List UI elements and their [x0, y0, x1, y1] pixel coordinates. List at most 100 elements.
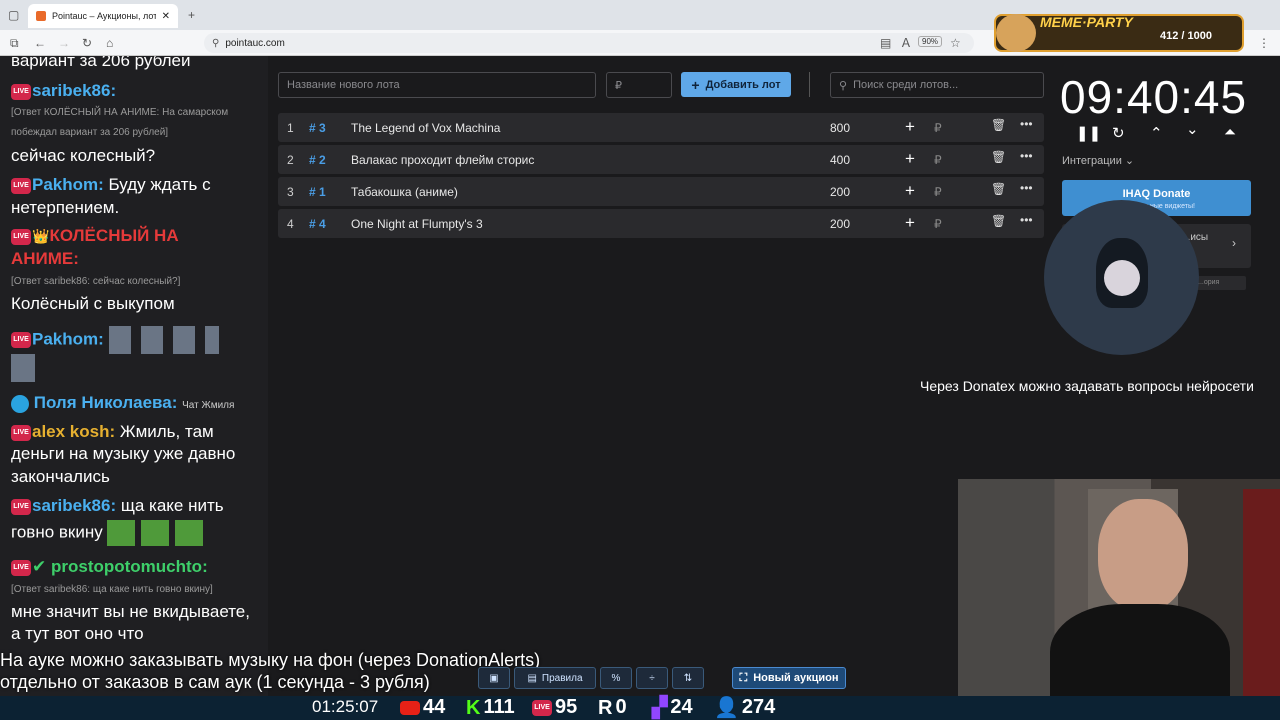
lot-number: # 1: [309, 185, 326, 199]
stream-uptime: 01:25:07: [312, 697, 379, 716]
more-icon[interactable]: •••: [1020, 213, 1033, 227]
delete-icon[interactable]: 🗑: [991, 150, 1006, 164]
restart-icon[interactable]: ↻: [1112, 124, 1125, 142]
lot-amount: 400: [830, 153, 851, 167]
home-icon[interactable]: ⌂: [106, 36, 113, 50]
chat-message: LIVE saribek86: ща каке нить: [11, 495, 224, 517]
integrations-dropdown[interactable]: Интеграции ⌄: [1062, 154, 1134, 167]
ruble-icon[interactable]: ₽: [934, 121, 942, 135]
lot-name[interactable]: The Legend of Vox Machina: [351, 121, 500, 135]
lot-name[interactable]: One Night at Flumpty's 3: [351, 217, 483, 231]
chat-reply: [Ответ КОЛЁСНЫЙ НА АНИМЕ: На самарском: [11, 107, 229, 118]
lot-amount-input[interactable]: ₽: [606, 72, 672, 98]
lot-number: # 3: [309, 121, 326, 135]
collections-icon[interactable]: ⧉: [10, 36, 19, 50]
delete-icon[interactable]: 🗑: [991, 182, 1006, 196]
new-auction-button[interactable]: ⛶ Новый аукцион: [732, 667, 846, 689]
twitch-icon: ▞: [652, 696, 668, 719]
more-icon[interactable]: •••: [1020, 117, 1033, 131]
double-chevron-up-icon[interactable]: ⏶: [1224, 124, 1236, 141]
donatex-note: Через Donatex можно задавать вопросы ней…: [920, 378, 1254, 394]
ruble-icon[interactable]: ₽: [934, 217, 942, 231]
chevron-up-icon[interactable]: ⌃: [1150, 124, 1163, 142]
lot-name[interactable]: Валакас проходит флейм сторис: [351, 153, 534, 167]
chat-nick: Pakhom:: [32, 329, 104, 349]
more-icon[interactable]: •••: [1020, 181, 1033, 195]
back-icon[interactable]: ←: [34, 36, 46, 50]
auction-toolbar: ▣ ▤ Правила % ÷ ⇅: [478, 667, 704, 689]
chat-nick: КОЛЁСНЫЙ НА: [49, 226, 179, 245]
chat-line: сейчас колесный?: [11, 146, 156, 165]
more-icon[interactable]: •••: [1020, 149, 1033, 163]
viewers-icon: 👤: [714, 696, 739, 719]
browser-tab[interactable]: Pointauc – Аукционы, лотереи ✕: [28, 4, 178, 28]
lot-row[interactable]: 3 # 1 Табакошка (аниме) 200 + ₽ 🗑 •••: [278, 177, 1044, 206]
ruble-icon[interactable]: ₽: [934, 185, 942, 199]
save-icon[interactable]: ▣: [478, 667, 510, 689]
add-lot-button[interactable]: + Добавить лот: [681, 72, 791, 97]
webcam-feed: [958, 479, 1280, 720]
lot-index: 4: [287, 217, 294, 231]
chat-line: закончались: [11, 467, 110, 486]
chat-nick: saribek86:: [32, 81, 117, 100]
lot-row[interactable]: 2 # 2 Валакас проходит флейм сторис 400 …: [278, 145, 1044, 174]
music-note-line1: На ауке можно заказывать музыку на фон (…: [0, 650, 541, 670]
delete-icon[interactable]: 🗑: [991, 118, 1006, 132]
menu-icon[interactable]: ⋮: [1258, 36, 1270, 50]
chat-reply: [Ответ saribek86: сейчас колесный?]: [11, 276, 181, 287]
live-count: 95: [555, 696, 578, 718]
chat-line: вариант за 206 рублей: [11, 56, 191, 70]
meme-party-count: 412 / 1000: [1160, 30, 1212, 42]
divide-icon[interactable]: ÷: [636, 667, 668, 689]
forward-icon[interactable]: →: [58, 36, 70, 50]
new-auction-label: Новый аукцион: [753, 672, 839, 684]
pause-icon[interactable]: ❚❚: [1076, 124, 1101, 142]
add-amount-icon[interactable]: +: [905, 117, 915, 137]
emote-icon: [11, 354, 35, 388]
chat-nick: alex kosh:: [32, 422, 116, 441]
chevron-down-icon[interactable]: ⌄: [1186, 120, 1199, 138]
lot-name[interactable]: Табакошка (аниме): [351, 185, 458, 199]
chat-text: Жмиль, там: [115, 422, 214, 441]
translate-icon[interactable]: Ａ: [900, 36, 912, 50]
close-tab-icon[interactable]: ✕: [162, 11, 170, 22]
ruble-icon[interactable]: ₽: [934, 153, 942, 167]
add-amount-icon[interactable]: +: [905, 181, 915, 201]
lot-index: 2: [287, 153, 294, 167]
youtube-stat: 44: [400, 695, 445, 719]
search-icon: ⚲: [839, 79, 848, 92]
site-info-icon[interactable]: ⚲: [212, 38, 219, 49]
favicon-icon: [36, 11, 46, 21]
lot-row[interactable]: 4 # 4 One Night at Flumpty's 3 200 + ₽ 🗑…: [278, 209, 1044, 238]
reader-icon[interactable]: ▤: [880, 36, 891, 50]
r-count: 0: [615, 696, 627, 718]
chat-nick: Поля Николаева:: [33, 393, 178, 412]
chat-text: ща каке нить: [116, 496, 224, 515]
lot-search-input[interactable]: ⚲ Поиск среди лотов...: [830, 72, 1044, 98]
sort-icon[interactable]: ⇅: [672, 667, 704, 689]
favorite-star-icon[interactable]: ☆: [950, 36, 961, 50]
url-text: pointauc.com: [225, 37, 285, 49]
zoom-level[interactable]: 90%: [918, 36, 943, 47]
kick-stat: K 111: [466, 695, 515, 720]
kick-icon: K: [466, 696, 481, 719]
search-placeholder: Поиск среди лотов...: [853, 79, 959, 91]
new-tab-icon[interactable]: +: [188, 8, 195, 22]
chat-line: Колёсный с выкупом: [11, 294, 175, 313]
lot-row[interactable]: 1 # 3 The Legend of Vox Machina 800 + ₽ …: [278, 113, 1044, 142]
delete-icon[interactable]: 🗑: [991, 214, 1006, 228]
reload-icon[interactable]: ↻: [82, 36, 92, 50]
add-amount-icon[interactable]: +: [905, 213, 915, 233]
chat-text: Буду ждать с: [103, 175, 211, 194]
vtuber-avatar: [1044, 200, 1199, 355]
live-badge-icon: LIVE: [11, 424, 31, 441]
percent-icon[interactable]: %: [600, 667, 632, 689]
live-badge-icon: LIVE: [11, 498, 31, 515]
new-lot-input[interactable]: Название нового лота: [278, 72, 596, 98]
url-field[interactable]: ⚲ pointauc.com: [204, 33, 974, 53]
chat-line: мне значит вы не вкидываете,: [11, 602, 250, 621]
live-badge-icon: LIVE: [11, 559, 31, 576]
rules-button[interactable]: ▤ Правила: [514, 667, 596, 689]
tab-actions-icon[interactable]: ▢: [8, 8, 19, 22]
add-amount-icon[interactable]: +: [905, 149, 915, 169]
